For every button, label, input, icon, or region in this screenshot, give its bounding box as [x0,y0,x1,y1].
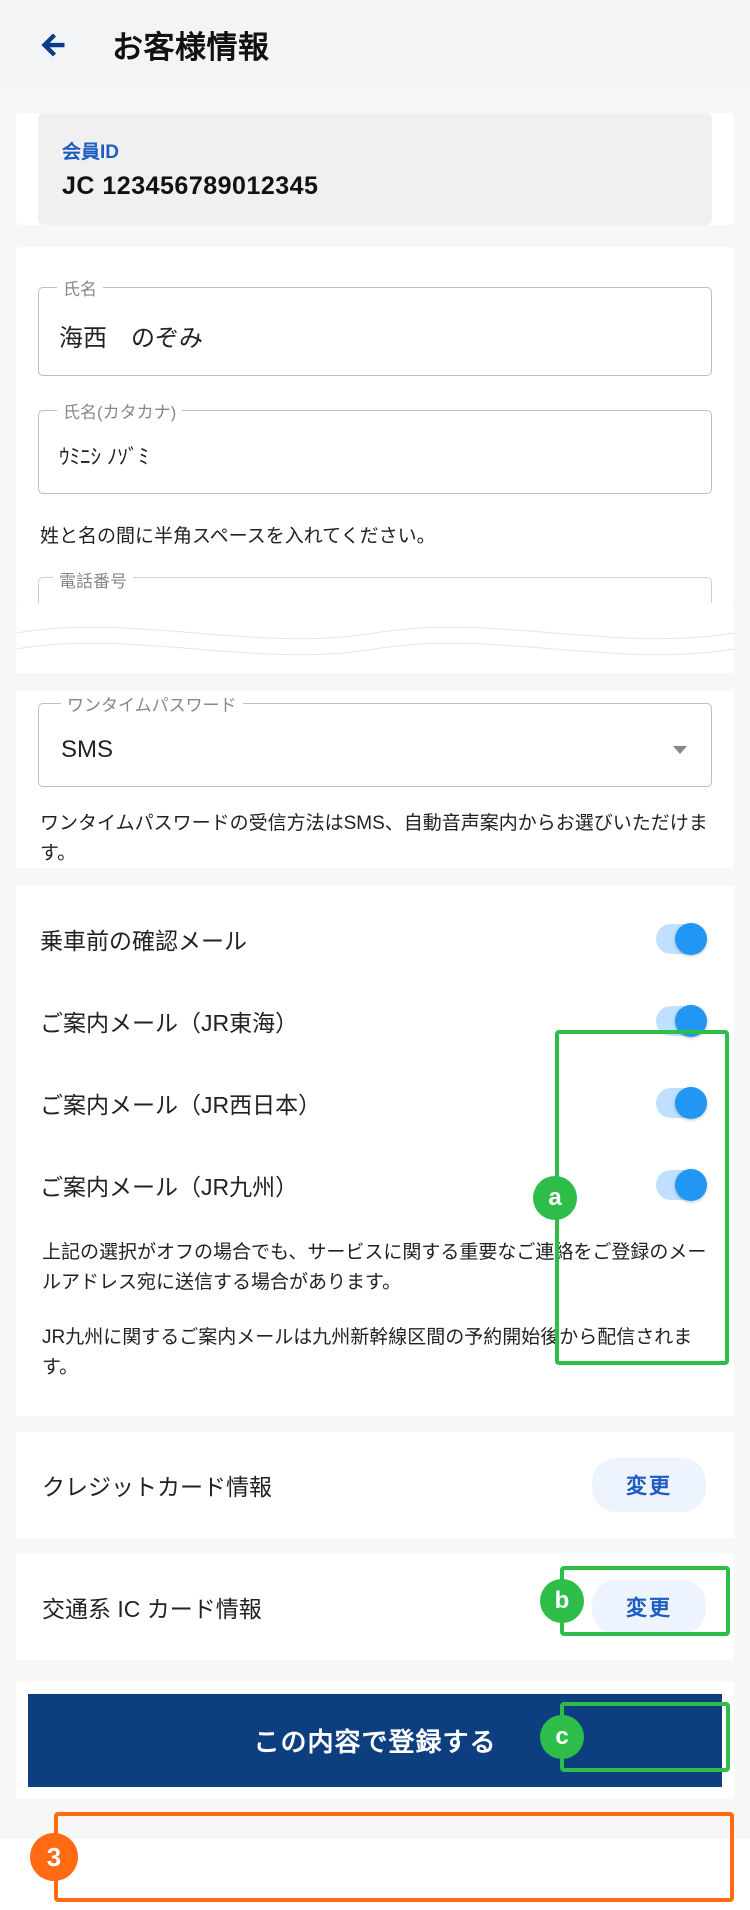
name-field[interactable]: 氏名 海西 のぞみ [38,275,712,376]
toggle-note-1: 上記の選択がオフの場合でも、サービスに関する重要なご連絡をご登録のメールアドレス… [42,1238,708,1297]
phone-field-partial[interactable]: 電話番号 [38,577,712,603]
toggle-knob-icon [675,1087,707,1119]
submit-section: この内容で登録する [16,1682,734,1799]
credit-card-label: クレジットカード情報 [42,1468,272,1502]
chevron-down-icon [673,746,687,754]
email-toggle-section: 乗車前の確認メール ご案内メール（JR東海） ご案内メール（JR西日本） ご案内… [16,886,734,1416]
toggle-knob-icon [675,1005,707,1037]
page-root: お客様情報 会員ID JC 123456789012345 氏名 海西 のぞみ … [0,0,750,1839]
toggle-row-jr-tokai: ご案内メール（JR東海） [16,980,734,1062]
otp-select[interactable]: ワンタイムパスワード SMS [38,691,712,787]
member-id-box: 会員ID JC 123456789012345 [38,113,712,225]
name-kana-field[interactable]: 氏名(カタカナ) ｳﾐﾆｼ ﾉｿﾞﾐ [38,398,712,494]
toggle-note-2: JR九州に関するご案内メールは九州新幹線区間の予約開始後から配信されます。 [42,1323,708,1382]
arrow-left-icon [37,30,67,60]
toggle-switch-boarding[interactable] [656,924,706,954]
toggle-switch-jr-west[interactable] [656,1088,706,1118]
credit-card-change-button[interactable]: 変更 [592,1458,706,1512]
toggle-knob-icon [675,923,707,955]
app-header: お客様情報 [0,0,750,87]
toggle-row-jr-west: ご案内メール（JR西日本） [16,1062,734,1144]
name-field-label: 氏名 [57,275,103,300]
ic-card-label: 交通系 IC カード情報 [42,1590,262,1624]
member-id-label: 会員ID [62,137,688,164]
otp-select-value: SMS [61,736,113,764]
name-card: 氏名 海西 のぞみ 氏名(カタカナ) ｳﾐﾆｼ ﾉｿﾞﾐ 姓と名の間に半角スペー… [16,247,734,603]
toggle-knob-icon [675,1169,707,1201]
name-kana-field-value: ｳﾐﾆｼ ﾉｿﾞﾐ [59,441,691,471]
content-break-icon [16,603,734,673]
credit-card-section: クレジットカード情報 変更 [16,1432,734,1538]
ic-card-change-button[interactable]: 変更 [592,1580,706,1634]
annotation-box-3 [54,1812,734,1902]
toggle-label: ご案内メール（JR東海） [40,1004,298,1038]
back-button[interactable] [34,27,70,63]
toggle-label: ご案内メール（JR九州） [40,1168,298,1202]
submit-button[interactable]: この内容で登録する [28,1694,722,1787]
member-card: 会員ID JC 123456789012345 [16,113,734,225]
otp-select-label: ワンタイムパスワード [61,691,243,716]
name-helper-text: 姓と名の間に半角スペースを入れてください。 [40,522,710,551]
toggle-switch-jr-kyushu[interactable] [656,1170,706,1200]
toggle-label: ご案内メール（JR西日本） [40,1086,321,1120]
otp-helper-text: ワンタイムパスワードの受信方法はSMS、自動音声案内からお選びいただけます。 [40,809,710,868]
name-kana-field-label: 氏名(カタカナ) [57,398,182,423]
member-id-value: JC 123456789012345 [62,172,688,201]
ic-card-row: 交通系 IC カード情報 変更 [16,1554,734,1660]
otp-card: ワンタイムパスワード SMS ワンタイムパスワードの受信方法はSMS、自動音声案… [16,691,734,868]
annotation-badge-3: 3 [30,1833,78,1881]
page-title: お客様情報 [112,22,270,67]
toggle-row-jr-kyushu: ご案内メール（JR九州） [16,1144,734,1226]
toggle-label: 乗車前の確認メール [40,922,247,956]
toggle-row-boarding: 乗車前の確認メール [16,898,734,980]
credit-card-row: クレジットカード情報 変更 [16,1432,734,1538]
ic-card-section: 交通系 IC カード情報 変更 [16,1554,734,1660]
toggle-switch-jr-tokai[interactable] [656,1006,706,1036]
phone-field-label: 電話番号 [53,567,133,592]
name-field-value: 海西 のぞみ [59,318,691,353]
